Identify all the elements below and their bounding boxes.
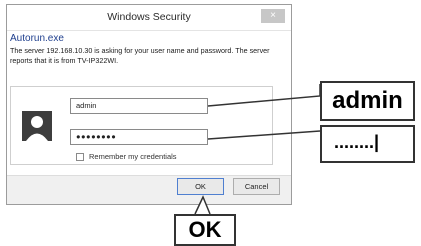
callout-lines: [194, 84, 321, 215]
password-callout-line: [207, 130, 321, 140]
username-callout: admin: [320, 81, 415, 121]
ok-callout-pointer: [194, 195, 211, 215]
username-callout-line: [207, 84, 321, 107]
ok-callout: OK: [174, 214, 236, 246]
password-callout: ........|: [320, 125, 415, 163]
